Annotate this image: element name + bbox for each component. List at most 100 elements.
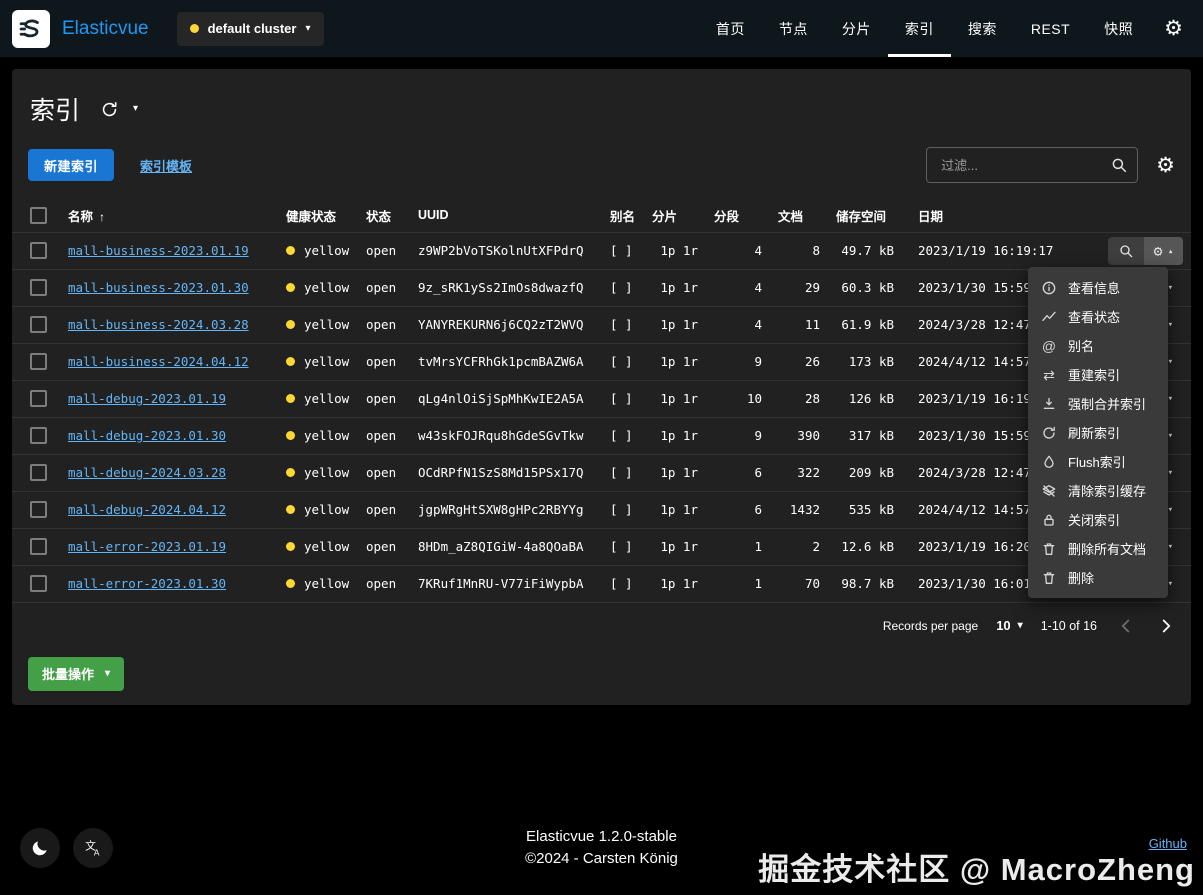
options-caret-icon: ▾ <box>1167 541 1173 552</box>
row-checkbox[interactable] <box>30 353 47 370</box>
health-label: yellow <box>304 354 350 369</box>
row-checkbox[interactable] <box>30 316 47 333</box>
elasticvue-logo[interactable] <box>12 9 50 48</box>
index-name-link[interactable]: mall-business-2024.04.12 <box>68 354 249 369</box>
menu-item-delete[interactable]: 删除 <box>1028 563 1168 592</box>
storage-cell: 317 kB <box>828 417 902 455</box>
menu-item-delete-all-docs[interactable]: 删除所有文档 <box>1028 534 1168 563</box>
row-checkbox[interactable] <box>30 242 47 259</box>
next-page-button[interactable] <box>1155 615 1177 637</box>
chevron-left-icon <box>1121 619 1130 632</box>
nav-item-home[interactable]: 首页 <box>699 0 762 57</box>
col-header-health[interactable]: 健康状态 <box>278 199 358 233</box>
index-name-link[interactable]: mall-business-2023.01.19 <box>68 243 249 258</box>
col-header-status[interactable]: 状态 <box>358 199 410 233</box>
refresh-options-caret[interactable]: ▾ <box>133 104 138 114</box>
index-name-link[interactable]: mall-debug-2023.01.30 <box>68 428 226 443</box>
segments-cell: 4 <box>706 269 770 307</box>
cluster-selector[interactable]: default cluster ▾ <box>176 11 324 46</box>
uuid-cell: qLg4nlOiSjSpMhKwIE2A5A <box>410 380 602 418</box>
table-row[interactable]: mall-business-2024.04.12 yellow open tvM… <box>12 343 1191 381</box>
col-header-aliases[interactable]: 别名 <box>602 199 644 233</box>
row-checkbox[interactable] <box>30 390 47 407</box>
row-options-button[interactable]: ⚙▾ <box>1143 236 1183 265</box>
row-checkbox[interactable] <box>30 427 47 444</box>
col-header-date[interactable]: 日期 <box>902 199 1062 233</box>
index-name-link[interactable]: mall-error-2023.01.30 <box>68 576 226 591</box>
menu-item-force-merge[interactable]: 强制合并索引 <box>1028 389 1168 418</box>
menu-item-reindex[interactable]: ⇄ 重建索引 <box>1028 360 1168 389</box>
menu-item-refresh-index[interactable]: 刷新索引 <box>1028 418 1168 447</box>
storage-cell: 535 kB <box>828 491 902 529</box>
menu-item-aliases[interactable]: @ 别名 <box>1028 331 1168 360</box>
cluster-name: default cluster <box>207 21 297 36</box>
col-header-name[interactable]: 名称 ↑ <box>60 199 278 233</box>
table-row[interactable]: mall-error-2023.01.30 yellow open 7KRuf1… <box>12 565 1191 603</box>
table-settings-gear-icon[interactable]: ⚙ <box>1156 153 1175 178</box>
index-templates-link[interactable]: 索引模板 <box>140 156 192 175</box>
row-checkbox[interactable] <box>30 279 47 296</box>
options-caret-icon: ▾ <box>1167 393 1173 404</box>
nav-item-shards[interactable]: 分片 <box>825 0 888 57</box>
settings-gear-icon[interactable]: ⚙ <box>1150 16 1191 41</box>
per-page-select[interactable]: 10 ▾ <box>996 618 1023 633</box>
status-cell: open <box>358 269 410 307</box>
bulk-actions-button[interactable]: 批量操作 ▾ <box>28 656 125 691</box>
table-row[interactable]: mall-business-2024.03.28 yellow open YAN… <box>12 306 1191 344</box>
index-name-link[interactable]: mall-business-2023.01.30 <box>68 280 249 295</box>
search-icon <box>1112 158 1127 173</box>
col-header-docs[interactable]: 文档 <box>770 199 828 233</box>
table-row[interactable]: mall-debug-2024.04.12 yellow open jgpWRg… <box>12 491 1191 529</box>
index-name-link[interactable]: mall-business-2024.03.28 <box>68 317 249 332</box>
select-all-checkbox[interactable] <box>30 206 47 224</box>
index-name-link[interactable]: mall-debug-2024.03.28 <box>68 465 226 480</box>
row-checkbox[interactable] <box>30 575 47 592</box>
index-name-link[interactable]: mall-error-2023.01.19 <box>68 539 226 554</box>
health-yellow-dot <box>286 283 295 292</box>
table-row[interactable]: mall-business-2023.01.19 yellow open z9W… <box>12 232 1191 270</box>
col-header-segments[interactable]: 分段 <box>706 199 770 233</box>
menu-item-clear-cache[interactable]: 清除索引缓存 <box>1028 476 1168 505</box>
nav-item-snapshots[interactable]: 快照 <box>1087 0 1150 57</box>
page-title: 索引 <box>30 97 81 125</box>
gear-icon: ⚙ <box>1153 241 1163 260</box>
prev-page-button[interactable] <box>1115 615 1137 637</box>
nav-item-search[interactable]: 搜索 <box>951 0 1014 57</box>
app-title[interactable]: Elasticvue <box>62 18 149 40</box>
shards-cell: 1p 1r <box>644 454 706 492</box>
menu-item-close-index[interactable]: 关闭索引 <box>1028 505 1168 534</box>
health-label: yellow <box>304 317 350 332</box>
row-search-button[interactable] <box>1108 237 1144 265</box>
index-name-link[interactable]: mall-debug-2024.04.12 <box>68 502 226 517</box>
menu-item-show-stats[interactable]: 查看状态 <box>1028 302 1168 331</box>
aliases-cell: [ ] <box>602 491 644 529</box>
table-row[interactable]: mall-error-2023.01.19 yellow open 8HDm_a… <box>12 528 1191 566</box>
shards-cell: 1p 1r <box>644 565 706 603</box>
col-header-storage[interactable]: 储存空间 <box>828 199 902 233</box>
storage-cell: 12.6 kB <box>828 528 902 566</box>
storage-cell: 173 kB <box>828 343 902 381</box>
uuid-cell: OCdRPfN1SzS8Md15PSx17Q <box>410 454 602 492</box>
row-checkbox[interactable] <box>30 538 47 555</box>
options-caret-icon: ▾ <box>1167 430 1173 441</box>
refresh-button[interactable] <box>100 100 119 119</box>
col-header-uuid[interactable]: UUID <box>410 199 602 233</box>
row-checkbox[interactable] <box>30 464 47 481</box>
index-name-link[interactable]: mall-debug-2023.01.19 <box>68 391 226 406</box>
new-index-button[interactable]: 新建索引 <box>28 149 115 181</box>
table-row[interactable]: mall-debug-2024.03.28 yellow open OCdRPf… <box>12 454 1191 492</box>
nav-item-rest[interactable]: REST <box>1014 0 1087 57</box>
table-row[interactable]: mall-business-2023.01.30 yellow open 9z_… <box>12 269 1191 307</box>
nav-item-nodes[interactable]: 节点 <box>762 0 825 57</box>
table-row[interactable]: mall-debug-2023.01.30 yellow open w43skF… <box>12 417 1191 455</box>
menu-item-flush-index[interactable]: Flush索引 <box>1028 447 1168 476</box>
col-header-shards[interactable]: 分片 <box>644 199 706 233</box>
filter-input[interactable] <box>939 156 1111 174</box>
index-actions-menu: 查看信息 查看状态 @ 别名 ⇄ 重建索引 强制合并索引 刷新索引 Flush索… <box>1028 267 1168 598</box>
storage-cell: 49.7 kB <box>828 232 902 270</box>
chevron-down-icon: ▾ <box>1017 619 1023 631</box>
menu-item-show-info[interactable]: 查看信息 <box>1028 273 1168 302</box>
nav-item-indices[interactable]: 索引 <box>887 0 951 57</box>
table-row[interactable]: mall-debug-2023.01.19 yellow open qLg4nl… <box>12 380 1191 418</box>
row-checkbox[interactable] <box>30 501 47 518</box>
